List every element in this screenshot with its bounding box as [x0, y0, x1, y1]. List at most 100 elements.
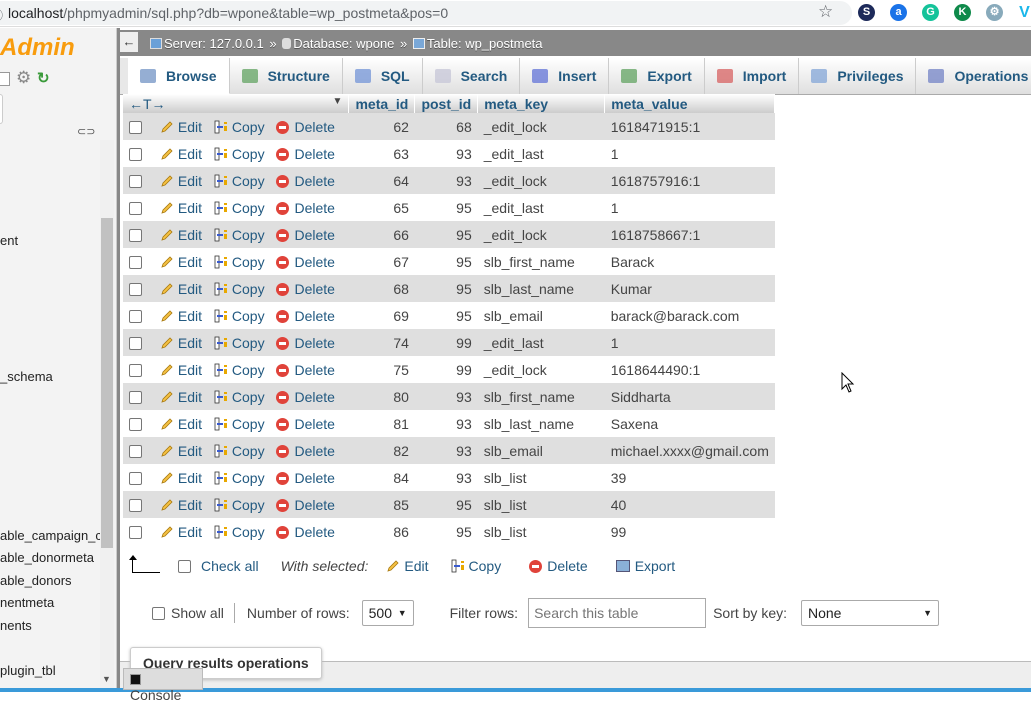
row-delete-link[interactable]: Delete [276, 146, 335, 162]
row-checkbox[interactable] [129, 363, 142, 377]
collapse-nav-arrow-icon[interactable]: ← [120, 32, 138, 52]
column-resize-arrows-icon[interactable]: ←T→ [129, 96, 166, 112]
column-header-meta-key[interactable]: meta_key [477, 94, 606, 113]
row-copy-link[interactable]: Copy [214, 470, 265, 486]
tab-privileges[interactable]: Privileges [799, 58, 917, 94]
bulk-delete-button[interactable]: Delete [529, 558, 588, 574]
cell-meta-value[interactable]: Saxena [604, 410, 775, 437]
row-delete-link[interactable]: Delete [276, 227, 335, 243]
tab-search[interactable]: Search [422, 58, 521, 94]
cell-meta-id[interactable]: 63 [348, 140, 415, 167]
row-delete-link[interactable]: Delete [276, 416, 335, 432]
cell-meta-key[interactable]: _edit_last [477, 194, 605, 221]
row-edit-link[interactable]: Edit [160, 227, 202, 243]
tab-structure[interactable]: Structure [229, 58, 343, 94]
row-edit-link[interactable]: Edit [160, 389, 202, 405]
site-info-icon[interactable]: ⓘ [0, 5, 3, 24]
row-checkbox[interactable] [129, 282, 142, 296]
cell-meta-value[interactable]: 1 [604, 329, 775, 356]
breadcrumb-server[interactable]: Server: 127.0.0.1 [164, 36, 264, 51]
row-checkbox[interactable] [129, 120, 142, 134]
cell-post-id[interactable]: 95 [414, 248, 478, 275]
cell-meta-id[interactable]: 75 [348, 356, 415, 383]
nav-filter-box[interactable] [0, 94, 3, 124]
row-copy-link[interactable]: Copy [214, 281, 265, 297]
nav-item[interactable]: plugin_tbl [0, 663, 100, 678]
row-edit-link[interactable]: Edit [160, 281, 202, 297]
cell-meta-key[interactable]: slb_email [477, 302, 605, 329]
v-extension-icon[interactable]: V [1016, 4, 1031, 21]
nav-scrollbar[interactable] [100, 140, 114, 692]
row-delete-link[interactable]: Delete [276, 470, 335, 486]
cell-meta-key[interactable]: slb_last_name [477, 275, 605, 302]
row-copy-link[interactable]: Copy [214, 254, 265, 270]
row-edit-link[interactable]: Edit [160, 254, 202, 270]
scroll-down-arrow-icon[interactable]: ▼ [102, 674, 111, 684]
tab-operations[interactable]: Operations [916, 58, 1031, 94]
row-delete-link[interactable]: Delete [276, 443, 335, 459]
tab-export[interactable]: Export [609, 58, 705, 94]
cell-meta-value[interactable]: 1 [604, 140, 775, 167]
row-checkbox[interactable] [129, 255, 142, 269]
row-delete-link[interactable]: Delete [276, 281, 335, 297]
row-checkbox[interactable] [129, 309, 142, 323]
cell-meta-id[interactable]: 81 [348, 410, 415, 437]
sort-by-key-select[interactable]: None ▼ [801, 600, 939, 626]
cell-meta-key[interactable]: _edit_last [477, 329, 605, 356]
row-checkbox[interactable] [129, 525, 142, 539]
row-edit-link[interactable]: Edit [160, 470, 202, 486]
cell-meta-value[interactable]: 1618758667:1 [604, 221, 775, 248]
row-edit-link[interactable]: Edit [160, 497, 202, 513]
row-edit-link[interactable]: Edit [160, 362, 202, 378]
cell-post-id[interactable]: 99 [414, 329, 478, 356]
cell-meta-id[interactable]: 86 [348, 518, 415, 545]
row-edit-link[interactable]: Edit [160, 173, 202, 189]
phpmyadmin-logo[interactable]: Admin [0, 34, 75, 62]
row-copy-link[interactable]: Copy [214, 416, 265, 432]
column-header-post-id[interactable]: post_id [414, 94, 479, 113]
nav-scrollbar-thumb[interactable] [101, 218, 113, 548]
puzzle-extension-icon[interactable]: ⚙ [986, 4, 1003, 21]
filter-rows-input[interactable] [528, 598, 707, 628]
column-header-meta-value[interactable]: meta_value [604, 94, 776, 113]
settings-gear-icon[interactable]: ⚙ [16, 68, 31, 88]
tab-import[interactable]: Import [704, 58, 800, 94]
cell-meta-key[interactable]: slb_list [477, 464, 605, 491]
cell-meta-id[interactable]: 69 [348, 302, 415, 329]
cell-post-id[interactable]: 95 [414, 275, 478, 302]
cell-post-id[interactable]: 99 [414, 356, 478, 383]
cell-meta-key[interactable]: _edit_lock [477, 356, 605, 383]
row-delete-link[interactable]: Delete [276, 362, 335, 378]
reload-icon[interactable]: ↻ [37, 69, 50, 87]
row-copy-link[interactable]: Copy [214, 146, 265, 162]
cell-post-id[interactable]: 95 [414, 194, 478, 221]
row-edit-link[interactable]: Edit [160, 200, 202, 216]
cell-post-id[interactable]: 93 [414, 167, 478, 194]
cell-meta-key[interactable]: _edit_lock [477, 221, 605, 248]
cell-meta-value[interactable]: 1 [604, 194, 775, 221]
cell-meta-value[interactable]: 40 [604, 491, 775, 518]
row-edit-link[interactable]: Edit [160, 308, 202, 324]
cell-meta-id[interactable]: 62 [348, 113, 415, 140]
row-checkbox[interactable] [129, 444, 142, 458]
cell-post-id[interactable]: 95 [414, 221, 478, 248]
cell-meta-value[interactable]: michael.xxxx@gmail.com [604, 437, 775, 464]
cell-meta-id[interactable]: 74 [348, 329, 415, 356]
cell-meta-value[interactable]: 39 [604, 464, 775, 491]
cell-meta-key[interactable]: _edit_last [477, 140, 605, 167]
row-delete-link[interactable]: Delete [276, 308, 335, 324]
cell-meta-value[interactable]: Siddharta [604, 383, 775, 410]
row-delete-link[interactable]: Delete [276, 200, 335, 216]
cell-post-id[interactable]: 93 [414, 140, 478, 167]
cell-meta-value[interactable]: 1618471915:1 [604, 113, 775, 140]
link-chain-icon[interactable]: ⊂⊃ [77, 125, 95, 138]
cell-meta-key[interactable]: slb_list [477, 491, 605, 518]
row-delete-link[interactable]: Delete [276, 173, 335, 189]
row-edit-link[interactable]: Edit [160, 335, 202, 351]
sync-extension-icon[interactable]: S [858, 4, 875, 21]
cell-meta-value[interactable]: Barack [604, 248, 775, 275]
row-checkbox[interactable] [129, 228, 142, 242]
row-checkbox[interactable] [129, 201, 142, 215]
cell-meta-id[interactable]: 80 [348, 383, 415, 410]
cell-post-id[interactable]: 93 [414, 464, 478, 491]
